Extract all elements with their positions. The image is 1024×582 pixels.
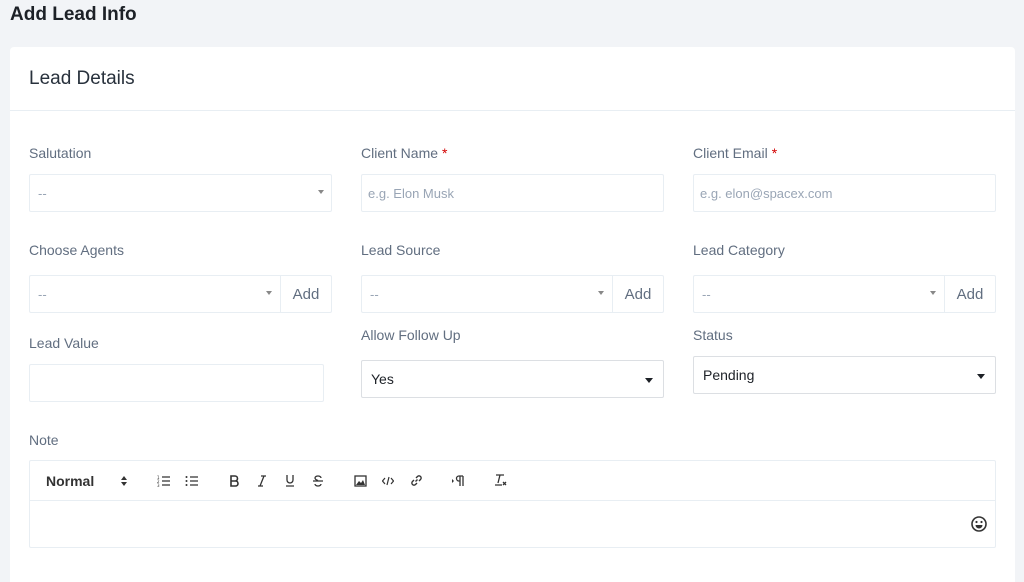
add-lead-category-button[interactable]: Add [944, 275, 996, 313]
lead-source-label: Lead Source [361, 242, 440, 258]
bold-icon[interactable] [220, 471, 248, 491]
allow-follow-up-label: Allow Follow Up [361, 327, 461, 343]
chevron-down-icon [977, 374, 985, 379]
salutation-label: Salutation [29, 145, 91, 161]
underline-icon[interactable] [276, 471, 304, 491]
heading-select-value: Normal [46, 473, 94, 489]
clear-format-icon[interactable] [486, 471, 514, 491]
client-name-input[interactable]: e.g. Elon Musk [361, 174, 664, 212]
sort-arrows-icon [120, 475, 128, 487]
client-email-placeholder: e.g. elon@spacex.com [700, 186, 832, 201]
salutation-select[interactable]: -- [29, 174, 332, 212]
choose-agents-select[interactable]: -- [29, 275, 280, 313]
lead-value-label: Lead Value [29, 335, 99, 351]
note-editor: Normal 123 [29, 460, 996, 548]
client-email-label: Client Email* [693, 145, 777, 161]
bullet-list-icon[interactable] [178, 471, 206, 491]
allow-follow-up-select[interactable]: Yes [361, 360, 664, 398]
heading-select[interactable]: Normal [46, 471, 136, 491]
lead-source-select[interactable]: -- [361, 275, 612, 313]
lead-source-value: -- [370, 287, 379, 302]
card-title: Lead Details [29, 68, 135, 90]
salutation-value: -- [38, 186, 47, 201]
code-icon[interactable] [374, 471, 402, 491]
lead-value-input[interactable] [29, 364, 324, 402]
add-lead-source-button[interactable]: Add [612, 275, 664, 313]
add-agent-button[interactable]: Add [280, 275, 332, 313]
lead-category-group: -- Add [693, 275, 996, 313]
status-select[interactable]: Pending [693, 356, 996, 394]
note-label: Note [29, 432, 59, 448]
strikethrough-icon[interactable] [304, 471, 332, 491]
lead-source-group: -- Add [361, 275, 664, 313]
client-name-label: Client Name* [361, 145, 447, 161]
editor-toolbar: Normal 123 [30, 461, 995, 501]
emoji-icon[interactable] [971, 516, 987, 532]
rtl-direction-icon[interactable] [444, 471, 472, 491]
allow-follow-up-value: Yes [371, 371, 394, 387]
client-email-input[interactable]: e.g. elon@spacex.com [693, 174, 996, 212]
svg-text:3: 3 [157, 483, 160, 487]
status-label: Status [693, 327, 733, 343]
lead-category-select[interactable]: -- [693, 275, 944, 313]
link-icon[interactable] [402, 471, 430, 491]
required-mark: * [772, 145, 777, 161]
lead-details-card: Lead Details Salutation -- Client Name* … [10, 47, 1015, 582]
chevron-down-icon [598, 291, 604, 295]
chevron-down-icon [645, 378, 653, 383]
client-name-placeholder: e.g. Elon Musk [368, 186, 454, 201]
choose-agents-group: -- Add [29, 275, 332, 313]
lead-category-value: -- [702, 287, 711, 302]
required-mark: * [442, 145, 447, 161]
chevron-down-icon [266, 291, 272, 295]
chevron-down-icon [318, 190, 324, 194]
choose-agents-value: -- [38, 287, 47, 302]
italic-icon[interactable] [248, 471, 276, 491]
choose-agents-label: Choose Agents [29, 242, 124, 258]
lead-category-label: Lead Category [693, 242, 785, 258]
image-icon[interactable] [346, 471, 374, 491]
card-header: Lead Details [10, 47, 1015, 111]
chevron-down-icon [930, 291, 936, 295]
ordered-list-icon[interactable]: 123 [150, 471, 178, 491]
page-title: Add Lead Info [10, 4, 137, 26]
status-value: Pending [703, 367, 754, 383]
